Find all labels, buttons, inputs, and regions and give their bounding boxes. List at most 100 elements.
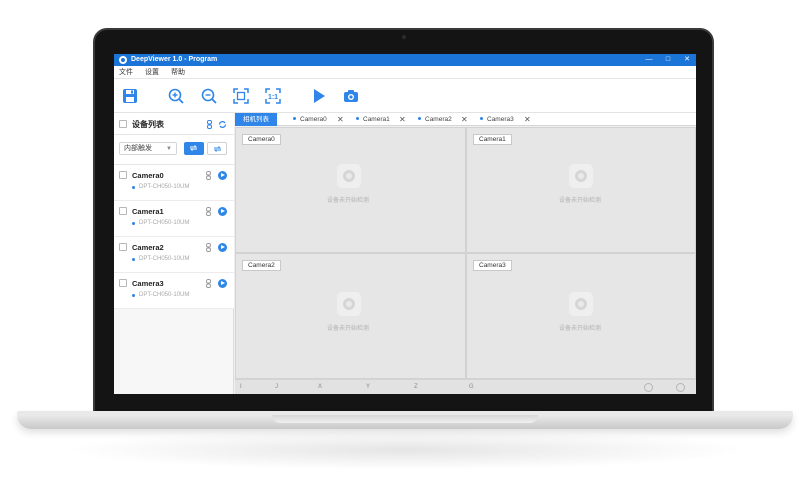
camera-placeholder-icon: [569, 292, 593, 316]
link-icon[interactable]: [205, 207, 212, 216]
camera-pane[interactable]: Camera3 设备未开始检测: [466, 253, 696, 379]
pane-status: 设备未开始检测: [559, 326, 602, 332]
tab-camera2[interactable]: Camera2: [418, 113, 452, 126]
status-i: I: [240, 384, 242, 390]
window-title: DeepViewer 1.0 - Program: [131, 56, 218, 63]
status-g: G: [469, 384, 474, 390]
link-icon[interactable]: [205, 171, 212, 180]
zoom-in-status-icon[interactable]: [676, 383, 685, 392]
tab-label: Camera3: [487, 116, 514, 123]
menu-settings[interactable]: 设置: [145, 68, 159, 77]
status-dot-icon: [418, 116, 421, 120]
status-dot-icon: [480, 116, 483, 120]
camera-pane[interactable]: Camera2 设备未开始检测: [235, 253, 466, 379]
camera-model: DPT-CH050-10UM: [139, 220, 190, 226]
title-bar: DeepViewer 1.0 - Program — □ ✕: [114, 54, 696, 66]
camera-checkbox[interactable]: [119, 171, 127, 179]
device-list-header: 设备列表: [114, 113, 234, 135]
device-list-panel: 设备列表 内部触发 ▼ Camera0 DPT-CH050-10UM Camer…: [114, 113, 234, 394]
camera-model: DPT-CH050-10UM: [139, 292, 190, 298]
close-icon[interactable]: ✕: [337, 113, 344, 126]
status-dot-icon: [132, 258, 135, 261]
tab-bar: 相机列表 Camera0 ✕ Camera1 ✕ Camera2 ✕ Camer…: [235, 113, 696, 126]
status-dot-icon: [356, 116, 359, 120]
trigger-mode-select[interactable]: 内部触发 ▼: [119, 142, 177, 155]
fit-window-icon[interactable]: [232, 87, 250, 105]
app-screen: DeepViewer 1.0 - Program — □ ✕ 文件 设置 帮助 …: [114, 54, 696, 394]
tab-camera-list[interactable]: 相机列表: [235, 113, 277, 126]
link-icon[interactable]: [205, 120, 214, 129]
play-icon[interactable]: [310, 87, 328, 105]
status-dot-icon: [132, 222, 135, 225]
menu-bar: 文件 设置 帮助: [114, 66, 696, 79]
status-dot-icon: [132, 294, 135, 297]
camera-name: Camera1: [132, 207, 164, 216]
camera-placeholder-icon: [337, 292, 361, 316]
camera-list-item[interactable]: Camera1 DPT-CH050-10UM: [114, 201, 234, 237]
close-button[interactable]: ✕: [680, 54, 694, 66]
sync-button[interactable]: [184, 142, 204, 155]
tab-label: Camera0: [300, 116, 327, 123]
app-logo-icon: [119, 56, 127, 64]
actual-size-icon[interactable]: 1:1: [264, 87, 282, 105]
pane-status: 设备未开始检测: [559, 198, 602, 204]
play-icon[interactable]: [218, 243, 227, 252]
svg-text:1:1: 1:1: [268, 94, 278, 101]
close-icon[interactable]: ✕: [461, 113, 468, 126]
camera-list-item[interactable]: Camera2 DPT-CH050-10UM: [114, 237, 234, 273]
camera-model: DPT-CH050-10UM: [139, 256, 190, 262]
webcam-dot: [402, 35, 406, 39]
camera-checkbox[interactable]: [119, 243, 127, 251]
laptop-shadow: [60, 430, 750, 470]
camera-name: Camera0: [132, 171, 164, 180]
link-icon[interactable]: [205, 279, 212, 288]
status-x: X: [318, 384, 323, 390]
status-dot-icon: [293, 116, 296, 120]
pane-status: 设备未开始检测: [327, 326, 370, 332]
camera-checkbox[interactable]: [119, 279, 127, 287]
camera-pane[interactable]: Camera1 设备未开始检测: [466, 127, 696, 253]
camera-list-item[interactable]: Camera0 DPT-CH050-10UM: [114, 165, 234, 201]
status-j: J: [275, 384, 278, 390]
zoom-out-status-icon[interactable]: [644, 383, 653, 392]
status-dot-icon: [132, 186, 135, 189]
menu-file[interactable]: 文件: [119, 68, 133, 77]
device-list-title: 设备列表: [132, 120, 164, 129]
camera-pane[interactable]: Camera0 设备未开始检测: [235, 127, 466, 253]
camera-name: Camera3: [132, 279, 164, 288]
swap-button[interactable]: [207, 142, 227, 155]
camera-grid: Camera0 设备未开始检测 Camera1 设备未开始检测 Camera2 …: [235, 127, 696, 379]
play-icon[interactable]: [218, 279, 227, 288]
camera-checkbox[interactable]: [119, 207, 127, 215]
zoom-in-icon[interactable]: [167, 87, 185, 105]
play-icon[interactable]: [218, 207, 227, 216]
tab-camera3[interactable]: Camera3: [480, 113, 514, 126]
pane-label: Camera1: [473, 134, 512, 145]
refresh-icon[interactable]: [218, 120, 227, 129]
pane-label: Camera3: [473, 260, 512, 271]
chevron-down-icon: ▼: [166, 146, 172, 152]
toolbar: 1:1: [114, 79, 696, 113]
close-icon[interactable]: ✕: [524, 113, 531, 126]
pane-label: Camera2: [242, 260, 281, 271]
close-icon[interactable]: ✕: [399, 113, 406, 126]
camera-placeholder-icon: [337, 164, 361, 188]
trigger-row: 内部触发 ▼: [114, 135, 234, 165]
trigger-mode-value: 内部触发: [124, 145, 152, 152]
tab-camera0[interactable]: Camera0: [293, 113, 327, 126]
play-icon[interactable]: [218, 171, 227, 180]
camera-list-item[interactable]: Camera3 DPT-CH050-10UM: [114, 273, 234, 309]
save-icon[interactable]: [121, 87, 139, 105]
status-z: Z: [414, 384, 418, 390]
maximize-button[interactable]: □: [661, 54, 675, 66]
status-y: Y: [366, 384, 371, 390]
status-bar: I J X Y Z G: [235, 379, 696, 394]
menu-help[interactable]: 帮助: [171, 68, 185, 77]
select-all-checkbox[interactable]: [119, 120, 127, 128]
snapshot-icon[interactable]: [342, 87, 360, 105]
link-icon[interactable]: [205, 243, 212, 252]
zoom-out-icon[interactable]: [200, 87, 218, 105]
minimize-button[interactable]: —: [642, 54, 656, 66]
camera-model: DPT-CH050-10UM: [139, 184, 190, 190]
tab-camera1[interactable]: Camera1: [356, 113, 390, 126]
